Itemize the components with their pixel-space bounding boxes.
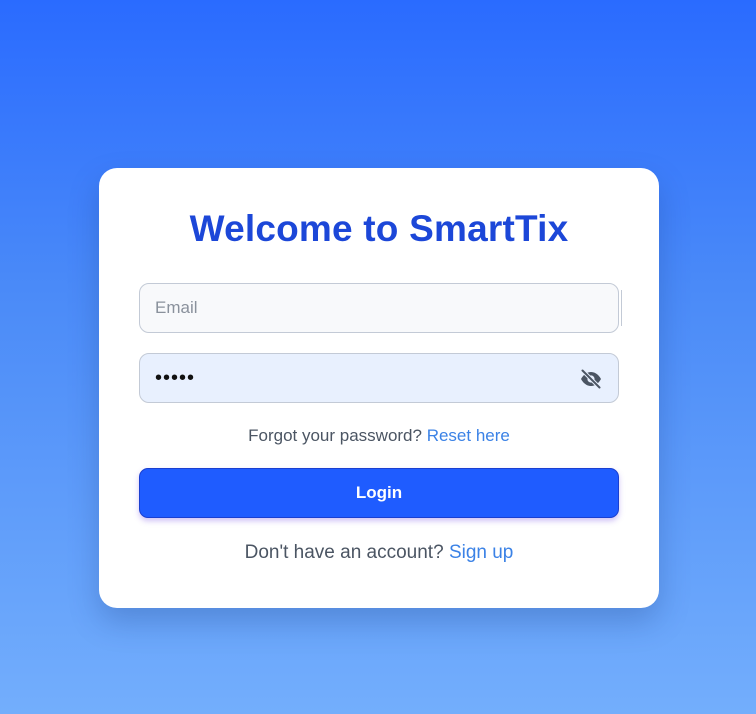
password-field-container [139, 353, 619, 403]
signup-prompt-text: Don't have an account? [244, 542, 449, 563]
reset-password-link[interactable]: Reset here [427, 426, 510, 445]
login-button[interactable]: Login [139, 468, 619, 518]
forgot-password-text: Forgot your password? [248, 426, 427, 445]
password-field[interactable] [140, 354, 618, 402]
sign-up-link[interactable]: Sign up [449, 542, 513, 563]
signup-row: Don't have an account? Sign up [99, 542, 659, 564]
eye-slash-icon[interactable] [578, 367, 604, 391]
forgot-password-row: Forgot your password? Reset here [99, 426, 659, 446]
login-card: Welcome to SmartTix Forgot your password… [99, 168, 659, 608]
email-field[interactable] [140, 284, 618, 332]
page-title: Welcome to SmartTix [189, 208, 569, 249]
email-field-container [139, 283, 622, 333]
